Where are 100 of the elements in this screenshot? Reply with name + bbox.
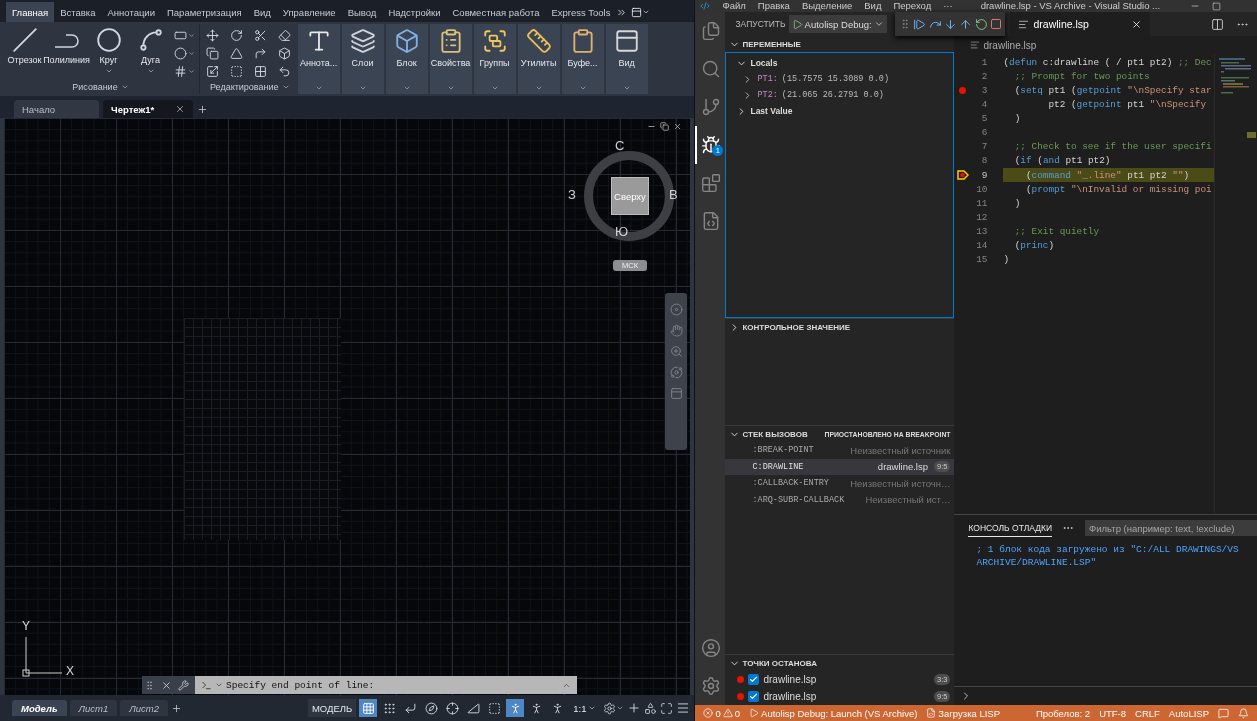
editor-tab[interactable]: drawline.lsp <box>1010 12 1151 36</box>
ribbon-tab[interactable]: Параметризация <box>161 2 248 22</box>
status-toggle[interactable] <box>506 699 525 717</box>
ribbon-panel-button[interactable]: Свойства <box>429 24 472 94</box>
tool-button[interactable] <box>172 44 197 62</box>
ribbon-panel-button[interactable]: Группы <box>473 24 516 94</box>
rotate-icon <box>230 28 243 42</box>
variable-item[interactable]: PT1: (15.7575 15.3089 0.0) <box>726 71 954 87</box>
debug-status[interactable]: Autolisp Debug: Launch (VS Archive) <box>749 707 918 719</box>
tool-button[interactable] <box>204 44 221 62</box>
panel-title-button[interactable]: Рисование <box>4 80 197 94</box>
panel-tab[interactable]: КОНСОЛЬ ОТЛАДКИ <box>968 519 1052 537</box>
caret-icon <box>188 67 195 75</box>
add-button[interactable] <box>627 701 642 715</box>
close-icon[interactable] <box>673 122 683 131</box>
status-item[interactable]: Пробелов: 2 <box>1035 707 1091 719</box>
status-toggle[interactable] <box>422 699 441 717</box>
shapes-icon <box>644 701 658 715</box>
ribbon-tab[interactable]: Express Tools <box>545 2 617 22</box>
status-item[interactable]: CRLF <box>1135 707 1160 719</box>
breadcrumb[interactable]: drawline.lsp <box>983 39 1037 51</box>
document-tab[interactable]: Чертеж1* <box>103 100 193 118</box>
problems-status[interactable]: 0 0 <box>703 707 741 719</box>
menu-button[interactable] <box>676 701 691 715</box>
layout-tab[interactable]: Модель <box>12 700 67 716</box>
split-editor-icon[interactable] <box>1211 17 1224 31</box>
document-tab[interactable]: Начало <box>14 100 99 118</box>
ribbon-panel-button[interactable]: Вид <box>605 24 648 94</box>
wrench-icon[interactable] <box>178 679 189 691</box>
checkbox[interactable] <box>748 674 760 685</box>
restore-icon[interactable] <box>660 122 670 131</box>
line-icon <box>11 27 38 53</box>
current-line-arrow-icon[interactable] <box>956 170 969 181</box>
breakpoint-dot[interactable] <box>959 86 967 94</box>
shapes-button[interactable] <box>644 701 658 715</box>
tree-item[interactable]: Locals <box>726 55 954 71</box>
ribbon-tab[interactable]: Совместная работа <box>446 2 546 22</box>
scale-button[interactable]: 1:1 <box>569 699 601 717</box>
menu-item[interactable]: Переход <box>893 0 932 12</box>
ribbon-tab[interactable]: Главная <box>6 2 55 22</box>
stack-frame[interactable]: :CALLBACK-ENTRY Неизвестный источн… <box>725 475 955 492</box>
tool-button[interactable] <box>204 26 221 44</box>
checkbox[interactable] <box>748 691 760 702</box>
ribbon-panel-button[interactable]: Утилиты <box>517 24 560 94</box>
feedback-icon[interactable] <box>1218 707 1229 719</box>
close-icon[interactable] <box>161 679 172 691</box>
stop-icon[interactable] <box>990 18 1003 30</box>
debug-config-dropdown[interactable]: Autolisp Debug: <box>788 15 887 33</box>
menu-item[interactable]: ··· <box>943 0 953 12</box>
menu-item[interactable]: Правка <box>757 0 790 12</box>
file-name[interactable]: drawline.lsp <box>763 691 817 702</box>
section-header[interactable]: КОНТРОЛЬНОЕ ЗНАЧЕНИЕ <box>725 321 851 333</box>
ribbon-panel-button[interactable]: Блок <box>385 24 428 94</box>
step-out-icon[interactable] <box>959 17 973 31</box>
menu-item[interactable]: Выделение <box>801 0 853 12</box>
ribbon-panel-button[interactable]: Буфе... <box>561 24 604 94</box>
section-header[interactable]: ТОЧКИ ОСТАНОВА <box>725 657 817 669</box>
stack-frame[interactable]: :BREAK-POINT Неизвестный источник <box>725 442 955 459</box>
zoom-icon[interactable] <box>669 345 683 358</box>
section-header[interactable]: ПЕРЕМЕННЫЕ <box>725 38 801 50</box>
status-item[interactable]: UTF-8 <box>1099 707 1127 719</box>
ribbon-tab[interactable]: Управление <box>276 2 342 22</box>
line-number: 2 <box>980 70 988 82</box>
menu-item[interactable]: Файл <box>722 0 746 12</box>
restart-icon[interactable] <box>974 17 988 31</box>
close-icon[interactable] <box>1131 18 1143 30</box>
file-name[interactable]: drawline.lsp <box>763 674 817 685</box>
variable-item[interactable]: PT2: (21.065 26.2791 0.0) <box>726 87 954 103</box>
layout-tab[interactable]: Лист2 <box>120 700 169 716</box>
command-line-field[interactable]: Specify end point of line: <box>195 676 577 694</box>
model-space-button[interactable]: МОДЕЛЬ <box>307 699 357 717</box>
menu-item[interactable]: Вид <box>864 0 882 12</box>
status-toggle[interactable] <box>359 699 378 717</box>
grip-icon <box>144 679 155 691</box>
stack-frame[interactable]: :ARQ-SUBR-CALLBACK Неизвестный ист… <box>725 491 955 508</box>
ribbon-tab[interactable]: Аннотации <box>101 2 161 22</box>
step-into-icon[interactable] <box>943 17 957 31</box>
fullscreen-button[interactable] <box>660 701 674 715</box>
tool-button[interactable]: Дуга <box>130 24 171 75</box>
layout-tab[interactable]: Лист1 <box>69 700 118 716</box>
line-number: 9 <box>980 169 988 181</box>
tool-button[interactable]: Отрезок <box>4 24 45 65</box>
settings-button[interactable] <box>603 701 625 715</box>
tree-item[interactable]: Last Value <box>726 103 954 119</box>
section-header[interactable]: СТЕК ВЫЗОВОВ <box>725 428 808 440</box>
tool-button[interactable] <box>276 44 293 62</box>
ribbon-tab[interactable]: Надстройки <box>382 2 447 22</box>
maximize-icon[interactable] <box>1212 1 1221 11</box>
ribbon-tab[interactable]: Вывод <box>341 2 383 22</box>
continue-icon[interactable] <box>913 17 927 31</box>
status-toggle[interactable] <box>443 699 462 717</box>
ribbon-tab[interactable]: Вид <box>247 2 277 22</box>
filter-field[interactable]: Фильтр (например: text, !exclude) <box>1085 520 1257 536</box>
ribbon-panel-button[interactable]: Слои <box>341 24 384 94</box>
status-item[interactable]: AutoLISP <box>1168 707 1209 719</box>
ribbon-tab[interactable]: Вставка <box>54 2 102 22</box>
panel-title-button[interactable]: Редактирование <box>204 80 296 94</box>
add-layout-button[interactable] <box>171 702 183 714</box>
task-status[interactable]: Загрузка LISP <box>926 707 1000 719</box>
ribbon-panel-button[interactable]: Аннота... <box>297 24 340 94</box>
